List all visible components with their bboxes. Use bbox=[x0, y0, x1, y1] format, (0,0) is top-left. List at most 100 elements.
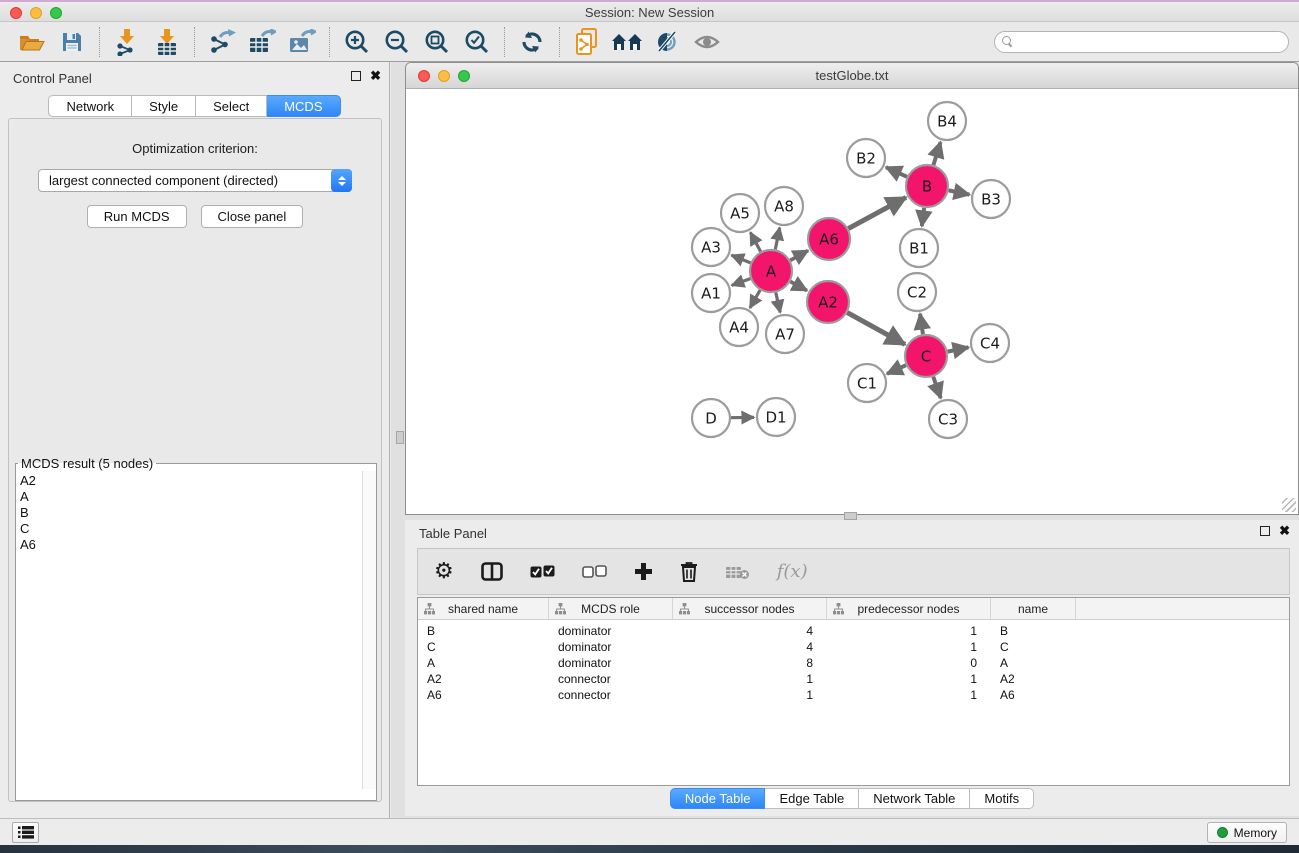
cell-shared-name[interactable]: A bbox=[418, 655, 549, 671]
result-list-item[interactable]: B bbox=[20, 505, 362, 521]
network-window-titlebar[interactable]: testGlobe.txt bbox=[406, 63, 1298, 89]
cell-shared-name[interactable]: A2 bbox=[418, 671, 549, 687]
select-all-button[interactable] bbox=[530, 557, 555, 587]
result-list-item[interactable]: A bbox=[20, 489, 362, 505]
edge-B-B4[interactable] bbox=[933, 142, 940, 165]
edge-B-B2[interactable] bbox=[886, 167, 907, 177]
export-table-button[interactable] bbox=[245, 26, 279, 58]
column-header-MCDS-role[interactable]: MCDS role bbox=[549, 598, 673, 619]
network-canvas[interactable]: AA1A2A3A4A5A6A7A8BB1B2B3B4CC1C2C3C4DD1 bbox=[406, 90, 1298, 514]
resize-grip[interactable] bbox=[1282, 498, 1296, 512]
result-scrollbar[interactable] bbox=[362, 471, 376, 789]
edge-A2-C[interactable] bbox=[847, 313, 905, 345]
float-table-panel-icon[interactable] bbox=[1260, 526, 1270, 536]
edge-C-C3[interactable] bbox=[933, 377, 940, 398]
criterion-dropdown[interactable]: largest connected component (directed) bbox=[38, 169, 352, 192]
delete-column-button[interactable] bbox=[680, 557, 698, 587]
vertical-scroll-thumb[interactable] bbox=[396, 431, 404, 444]
column-header-predecessor-nodes[interactable]: predecessor nodes bbox=[827, 598, 991, 619]
network-graph[interactable]: AA1A2A3A4A5A6A7A8BB1B2B3B4CC1C2C3C4DD1 bbox=[406, 90, 1298, 514]
table-row[interactable]: A2connector11A2 bbox=[418, 671, 1289, 687]
result-list-item[interactable]: A6 bbox=[20, 537, 362, 553]
import-table-button[interactable] bbox=[150, 26, 184, 58]
float-panel-icon[interactable] bbox=[351, 71, 361, 81]
edge-A-A5[interactable] bbox=[750, 232, 760, 251]
cell-name[interactable]: C bbox=[991, 639, 1076, 655]
run-mcds-button[interactable]: Run MCDS bbox=[87, 205, 187, 228]
global-search-field[interactable] bbox=[994, 31, 1289, 53]
result-list-item[interactable]: C bbox=[20, 521, 362, 537]
cell-shared-name[interactable]: C bbox=[418, 639, 549, 655]
close-table-panel-icon[interactable]: ✖ bbox=[1279, 526, 1290, 536]
zoom-selected-button[interactable] bbox=[460, 26, 494, 58]
cell-predecessor-nodes[interactable]: 1 bbox=[827, 671, 991, 687]
cell-successor-nodes[interactable]: 1 bbox=[673, 671, 827, 687]
cell-name[interactable]: B bbox=[991, 623, 1076, 639]
cell-successor-nodes[interactable]: 4 bbox=[673, 623, 827, 639]
edge-C-C2[interactable] bbox=[920, 314, 923, 334]
edge-A-A7[interactable] bbox=[776, 292, 780, 312]
column-header-successor-nodes[interactable]: successor nodes bbox=[673, 598, 827, 619]
cell-predecessor-nodes[interactable]: 1 bbox=[827, 639, 991, 655]
zoom-out-button[interactable] bbox=[380, 26, 414, 58]
unselect-all-button[interactable] bbox=[582, 557, 607, 587]
table-row[interactable]: Cdominator41C bbox=[418, 639, 1289, 655]
new-session-button[interactable] bbox=[570, 26, 604, 58]
cell-successor-nodes[interactable]: 8 bbox=[673, 655, 827, 671]
cell-predecessor-nodes[interactable]: 0 bbox=[827, 655, 991, 671]
tab-node-table[interactable]: Node Table bbox=[670, 788, 766, 809]
table-row[interactable]: Bdominator41B bbox=[418, 623, 1289, 639]
export-network-button[interactable] bbox=[205, 26, 239, 58]
horizontal-scroll-thumb[interactable] bbox=[844, 512, 857, 520]
table-row[interactable]: A6connector11A6 bbox=[418, 687, 1289, 703]
show-graphics-details-button[interactable] bbox=[690, 26, 724, 58]
column-header-name[interactable]: name bbox=[991, 598, 1076, 619]
tab-network[interactable]: Network bbox=[48, 95, 132, 117]
cell-shared-name[interactable]: A6 bbox=[418, 687, 549, 703]
edge-A-A2[interactable] bbox=[790, 282, 807, 291]
column-header-shared-name[interactable]: shared name bbox=[418, 598, 549, 619]
import-network-button[interactable] bbox=[110, 26, 144, 58]
edge-B-B3[interactable] bbox=[949, 190, 970, 194]
cell-name[interactable]: A6 bbox=[991, 687, 1076, 703]
zoom-in-button[interactable] bbox=[340, 26, 374, 58]
save-session-button[interactable] bbox=[55, 26, 89, 58]
result-list-item[interactable]: A2 bbox=[20, 473, 362, 489]
cell-successor-nodes[interactable]: 4 bbox=[673, 639, 827, 655]
cell-shared-name[interactable]: B bbox=[418, 623, 549, 639]
cell-successor-nodes[interactable]: 1 bbox=[673, 687, 827, 703]
export-image-button[interactable] bbox=[285, 26, 319, 58]
mcds-result-list[interactable]: A2ABCA6 bbox=[16, 471, 362, 789]
add-column-button[interactable] bbox=[634, 557, 653, 587]
hide-graphics-details-button[interactable] bbox=[650, 26, 684, 58]
destroy-table-button[interactable] bbox=[725, 557, 750, 587]
table-settings-button[interactable]: ⚙ bbox=[434, 557, 454, 587]
refresh-view-button[interactable] bbox=[515, 26, 549, 58]
close-panel-button[interactable]: Close panel bbox=[201, 205, 304, 228]
zoom-fit-button[interactable] bbox=[420, 26, 454, 58]
table-row[interactable]: Adominator80A bbox=[418, 655, 1289, 671]
edge-A-A4[interactable] bbox=[750, 290, 760, 308]
close-panel-icon[interactable]: ✖ bbox=[370, 71, 381, 81]
node-table[interactable]: shared nameMCDS rolesuccessor nodesprede… bbox=[417, 597, 1290, 786]
tab-edge-table[interactable]: Edge Table bbox=[765, 788, 859, 809]
cell-name[interactable]: A2 bbox=[991, 671, 1076, 687]
edge-C-C4[interactable] bbox=[948, 347, 969, 351]
cell-predecessor-nodes[interactable]: 1 bbox=[827, 687, 991, 703]
show-columns-button[interactable] bbox=[481, 557, 503, 587]
edge-B-B1[interactable] bbox=[922, 208, 924, 226]
cell-MCDS-role[interactable]: connector bbox=[549, 687, 673, 703]
edge-A-A3[interactable] bbox=[731, 255, 750, 263]
edge-A-A8[interactable] bbox=[775, 228, 779, 250]
cell-MCDS-role[interactable]: dominator bbox=[549, 639, 673, 655]
cell-MCDS-role[interactable]: dominator bbox=[549, 623, 673, 639]
tab-network-table[interactable]: Network Table bbox=[859, 788, 970, 809]
edge-C-C1[interactable] bbox=[887, 365, 906, 374]
show-task-history-button[interactable] bbox=[12, 822, 39, 843]
tab-select[interactable]: Select bbox=[196, 95, 267, 117]
home-button[interactable] bbox=[610, 26, 644, 58]
cell-MCDS-role[interactable]: dominator bbox=[549, 655, 673, 671]
cell-name[interactable]: A bbox=[991, 655, 1076, 671]
cell-MCDS-role[interactable]: connector bbox=[549, 671, 673, 687]
search-input[interactable] bbox=[1013, 33, 1288, 51]
